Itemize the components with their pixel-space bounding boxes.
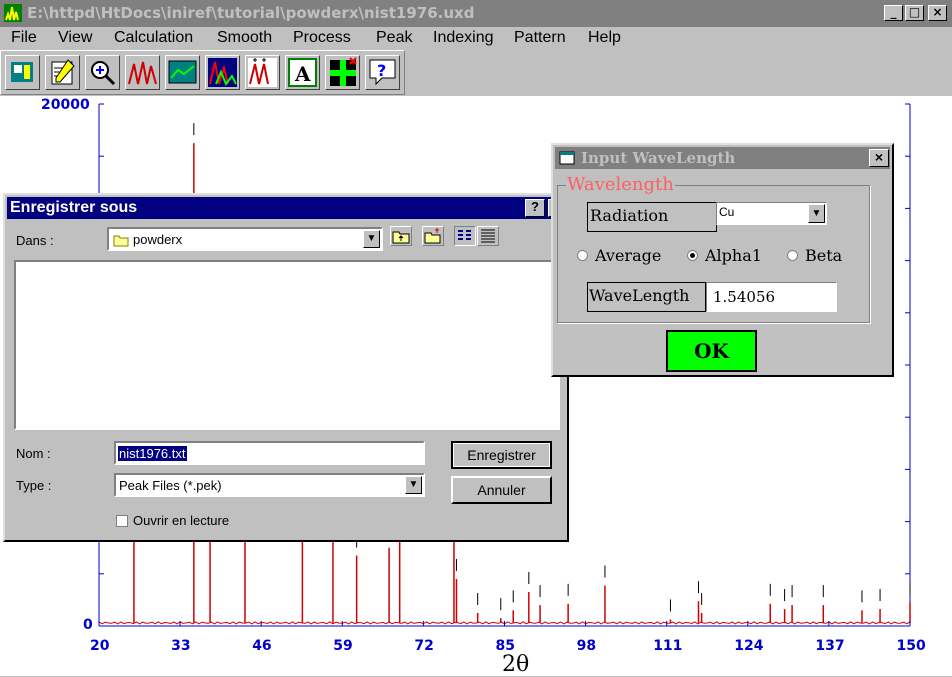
wavelength-group-label: Wavelength: [566, 174, 675, 195]
x-tick-label: 33: [171, 638, 191, 654]
save-as-dialog: Enregistrer sous ? × Dans : powderx ▼ No…: [3, 193, 569, 542]
x-tick-label: 98: [576, 638, 597, 654]
wavelength-dialog: Input WaveLength × Wavelength Radiation …: [551, 143, 894, 377]
folder-icon: [113, 235, 129, 247]
help-icon[interactable]: ?: [365, 55, 400, 90]
peak-labels-icon[interactable]: [245, 55, 280, 90]
chevron-down-icon[interactable]: ▼: [363, 230, 380, 248]
multi-pattern-icon[interactable]: [205, 55, 240, 90]
details-view-icon[interactable]: [477, 226, 499, 246]
menu-pattern[interactable]: Pattern: [514, 29, 566, 47]
x-tick-label: 150: [896, 638, 926, 654]
peaks-icon[interactable]: [125, 55, 160, 90]
filetype-dropdown[interactable]: Peak Files (*.pek) ▼: [114, 473, 425, 497]
nom-label: Nom :: [16, 446, 51, 461]
cancel-button[interactable]: Annuler: [451, 476, 552, 504]
edit-icon[interactable]: [45, 55, 80, 90]
window-icon: [559, 151, 575, 165]
app-icon: [4, 4, 22, 22]
menu-view[interactable]: View: [58, 29, 92, 47]
filename-text: nist1976.txt: [118, 446, 187, 461]
save-button[interactable]: Enregistrer: [451, 441, 552, 469]
window-title: E:\httpd\HtDocs\iniref\tutorial\powderx\…: [27, 4, 475, 22]
file-list[interactable]: [14, 260, 560, 430]
menu-peak[interactable]: Peak: [376, 29, 412, 47]
new-folder-icon[interactable]: [422, 226, 444, 246]
wavelength-dialog-titlebar: Input WaveLength ×: [555, 147, 890, 169]
radiation-label-box: Radiation: [587, 202, 717, 232]
wavelength-label: WaveLength: [589, 286, 690, 305]
y-tick-label-max: 20000: [41, 97, 90, 113]
list-view-icon[interactable]: [454, 226, 476, 246]
wavelength-label-box: WaveLength: [587, 282, 706, 312]
x-tick-label: 20: [90, 638, 110, 654]
y-tick-label-zero: 0: [83, 617, 93, 633]
save-dialog-help-button[interactable]: ?: [525, 199, 545, 217]
wavelength-dialog-close-button[interactable]: ×: [869, 149, 889, 167]
close-button[interactable]: ×: [928, 5, 947, 21]
radio-alpha1[interactable]: [687, 250, 698, 261]
x-tick-label: 59: [333, 638, 353, 654]
wavelength-input[interactable]: 1.54056: [706, 282, 837, 312]
wavelength-dialog-title: Input WaveLength: [581, 149, 736, 167]
folder-dropdown[interactable]: powderx ▼: [107, 227, 383, 251]
radiation-value: Cu: [719, 205, 735, 219]
x-tick-label: 111: [653, 638, 683, 654]
filename-input[interactable]: nist1976.txt: [114, 441, 425, 465]
menu-help[interactable]: Help: [588, 29, 621, 47]
maximize-button[interactable]: □: [905, 5, 924, 21]
type-label: Type :: [16, 478, 52, 493]
open-file-icon[interactable]: [5, 55, 40, 90]
radio-average-label[interactable]: Average: [595, 246, 661, 265]
filetype-value: Peak Files (*.pek): [119, 478, 222, 493]
chevron-down-icon[interactable]: ▼: [405, 476, 422, 494]
readonly-label: Ouvrir en lecture: [133, 513, 230, 528]
svg-text:?: ?: [377, 61, 386, 80]
ok-button[interactable]: OK: [666, 330, 757, 372]
zoom-icon[interactable]: [85, 55, 120, 90]
radiation-label: Radiation: [590, 206, 669, 225]
save-dialog-titlebar: Enregistrer sous ? ×: [7, 197, 568, 219]
readonly-checkbox[interactable]: [116, 515, 128, 527]
menu-calculation[interactable]: Calculation: [114, 29, 193, 47]
svg-text:A: A: [294, 62, 311, 86]
wavelength-value: 1.54056: [713, 288, 776, 306]
radiation-dropdown[interactable]: Cu ▼: [716, 202, 827, 225]
menu-process[interactable]: Process: [293, 29, 351, 47]
toolbar: A ?: [0, 50, 405, 95]
x-tick-label: 46: [252, 638, 272, 654]
crosshair-icon[interactable]: [325, 55, 360, 90]
radio-beta-label[interactable]: Beta: [805, 246, 842, 265]
minimize-button[interactable]: _: [884, 5, 903, 21]
menu-bar: File View Calculation Smooth Process Pea…: [0, 27, 952, 50]
title-bar: E:\httpd\HtDocs\iniref\tutorial\powderx\…: [0, 0, 952, 27]
text-icon[interactable]: A: [285, 55, 320, 90]
radio-alpha1-label[interactable]: Alpha1: [705, 246, 762, 265]
chevron-down-icon[interactable]: ▼: [808, 204, 825, 223]
up-folder-icon[interactable]: [390, 226, 412, 246]
x-tick-label: 137: [815, 638, 845, 654]
radio-beta[interactable]: [787, 250, 798, 261]
x-tick-label: 124: [734, 638, 764, 654]
menu-file[interactable]: File: [11, 29, 37, 47]
save-dialog-title: Enregistrer sous: [10, 199, 138, 216]
radio-average[interactable]: [577, 250, 588, 261]
folder-name: powderx: [133, 232, 183, 247]
x-tick-label: 72: [414, 638, 434, 654]
dans-label: Dans :: [16, 233, 54, 248]
menu-smooth[interactable]: Smooth: [217, 29, 272, 47]
background-icon[interactable]: [165, 55, 200, 90]
x-axis-title: 2θ: [502, 652, 530, 677]
menu-indexing[interactable]: Indexing: [433, 29, 494, 47]
